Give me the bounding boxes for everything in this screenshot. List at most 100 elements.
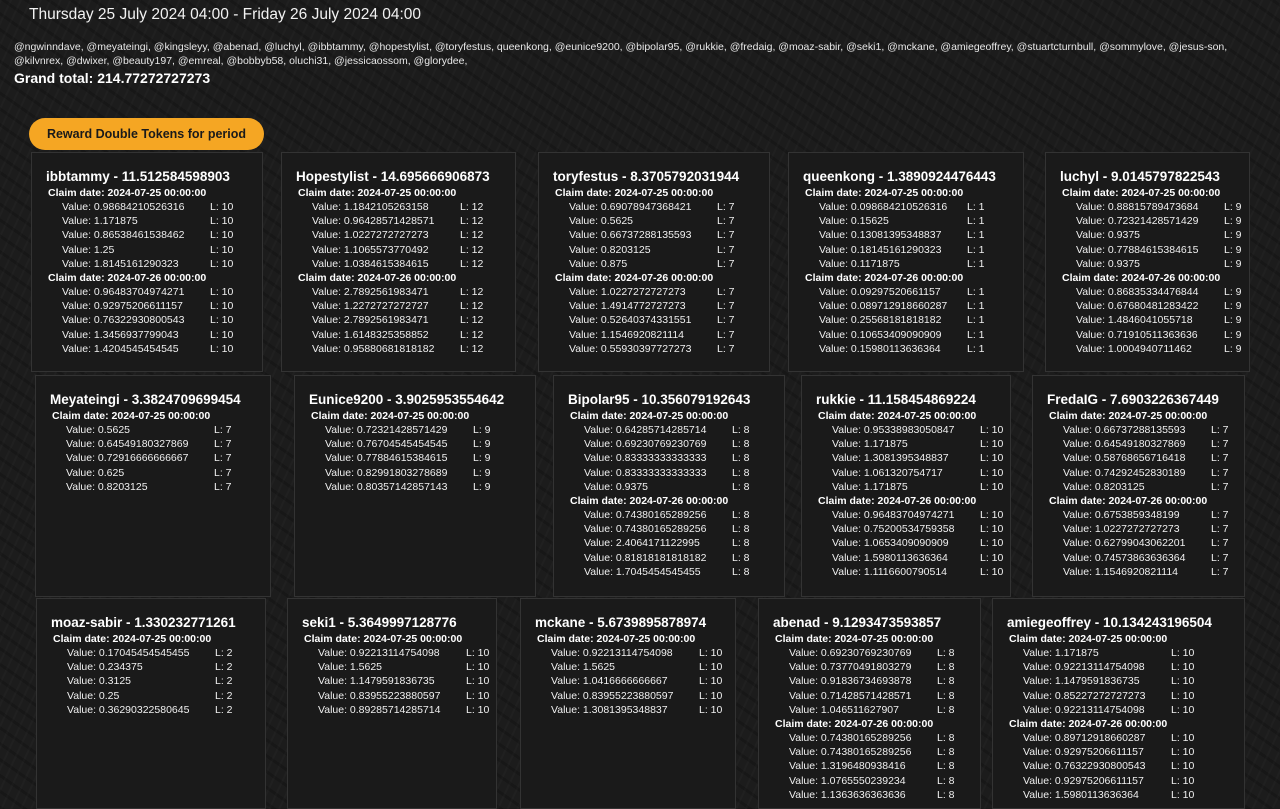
value-row: Value: 2.7892561983471 L: 12 — [296, 313, 515, 327]
value-text: Value: 0.69078947368421 — [569, 201, 692, 213]
user-card: FredaIG - 7.6903226367449 Claim date: 202… — [1032, 375, 1245, 597]
claim-date: Claim date: 2024-07-25 00:00:00 — [311, 410, 470, 422]
value-text: Value: 0.098684210526316 — [819, 201, 948, 213]
value-text: Value: 1.1065573770492 — [312, 243, 429, 256]
value-row: Value: 0.15625 L: 1 — [803, 214, 1023, 228]
value-text: Value: 0.86835334476844 — [1076, 286, 1199, 299]
value-row: Value: 1.3081395348837 L: 10 — [816, 451, 1010, 465]
value-text: Value: 0.64549180327869 — [66, 438, 189, 451]
card-title: rukkie - 11.158454869224 — [816, 392, 976, 407]
value-row: Value: 0.66737288135593 L: 7 — [1047, 423, 1244, 437]
level-text: L: 7 — [717, 229, 735, 242]
value-text: Value: 0.67680481283422 — [1076, 300, 1199, 313]
value-text: Value: 0.75200534759358 — [832, 523, 955, 536]
user-card: Eunice9200 - 3.9025953554642 Claim date: … — [294, 375, 536, 597]
value-text: Value: 0.81818181818182 — [584, 551, 707, 564]
card-title: moaz-sabir - 1.330232771261 — [51, 615, 236, 630]
value-row: Value: 1.046511627907 L: 8 — [773, 703, 980, 717]
value-row: Value: 1.3456937799043 L: 10 — [46, 328, 262, 342]
value-text: Value: 1.171875 — [832, 438, 908, 451]
value-row: Value: 0.95880681818182 L: 12 — [296, 342, 515, 356]
value-text: Value: 0.92213114754098 — [1023, 703, 1145, 716]
value-row: Value: 1.0384615384615 L: 12 — [296, 257, 515, 271]
level-text: L: 12 — [460, 201, 484, 213]
level-text: L: 10 — [1171, 703, 1195, 716]
card-title: toryfestus - 8.3705792031944 — [553, 169, 740, 184]
value-text: Value: 0.13081395348837 — [819, 229, 942, 242]
value-text: Value: 0.15625 — [819, 215, 889, 228]
level-text: L: 10 — [1171, 689, 1195, 702]
value-row: Value: 0.17045454545455 L: 2 — [51, 646, 265, 660]
level-text: L: 9 — [473, 466, 491, 479]
level-text: L: 10 — [980, 537, 1004, 550]
value-row: Value: 0.83955223880597 L: 10 — [535, 689, 735, 703]
value-text: Value: 0.8203125 — [1063, 480, 1145, 493]
level-text: L: 9 — [473, 424, 491, 436]
card-title: Hopestylist - 14.695666906873 — [296, 169, 490, 184]
value-text: Value: 1.2272727272727 — [312, 300, 429, 313]
value-row: Value: 0.5625 L: 7 — [50, 423, 270, 437]
level-text: L: 10 — [210, 328, 234, 341]
value-text: Value: 1.1546920821114 — [1063, 565, 1179, 578]
value-row: Value: 0.89285714285714 L: 10 — [302, 703, 496, 717]
value-text: Value: 2.7892561983471 — [312, 286, 429, 299]
value-row: Value: 0.74380165289256 L: 8 — [568, 508, 784, 522]
level-text: L: 7 — [717, 215, 735, 228]
level-text: L: 7 — [1211, 509, 1229, 522]
value-row: Value: 1.7045454545455 L: 8 — [568, 565, 784, 579]
level-text: L: 7 — [1211, 480, 1229, 493]
level-text: L: 10 — [210, 300, 234, 313]
value-row: Value: 0.74380165289256 L: 8 — [773, 745, 980, 759]
value-text: Value: 1.0227272727273 — [312, 229, 429, 242]
level-text: L: 10 — [980, 565, 1004, 578]
value-row: Value: 0.92213114754098 L: 10 — [1007, 660, 1244, 674]
value-row: Value: 0.25 L: 2 — [51, 689, 265, 703]
value-text: Value: 0.77884615384615 — [1076, 243, 1199, 256]
value-row: Value: 0.82991803278689 L: 9 — [309, 466, 535, 480]
level-text: L: 1 — [967, 314, 985, 327]
value-row: Value: 0.77884615384615 L: 9 — [309, 451, 535, 465]
level-text: L: 7 — [717, 286, 735, 299]
value-text: Value: 0.25 — [67, 689, 120, 702]
value-row: Value: 0.96483704974271 L: 10 — [816, 508, 1010, 522]
value-row: Value: 1.171875 L: 10 — [816, 437, 1010, 451]
value-row: Value: 1.1546920821114 L: 7 — [553, 328, 769, 342]
level-text: L: 8 — [937, 732, 955, 745]
value-text: Value: 0.83955223880597 — [318, 689, 441, 702]
value-row: Value: 0.86835334476844 L: 9 — [1060, 285, 1249, 299]
level-text: L: 8 — [937, 746, 955, 759]
value-text: Value: 1.0416666666667 — [551, 675, 668, 688]
card-title: queenkong - 1.3890924476443 — [803, 169, 996, 184]
level-text: L: 7 — [1211, 537, 1229, 550]
card-title: FredaIG - 7.6903226367449 — [1047, 392, 1219, 407]
level-text: L: 12 — [460, 286, 484, 299]
level-text: L: 12 — [460, 229, 484, 242]
value-text: Value: 0.83333333333333 — [584, 466, 707, 479]
claim-date: Claim date: 2024-07-25 00:00:00 — [775, 633, 934, 645]
claim-date: Claim date: 2024-07-25 00:00:00 — [304, 633, 463, 645]
value-row: Value: 1.1842105263158 L: 12 — [296, 200, 515, 214]
claim-date: Claim date: 2024-07-26 00:00:00 — [805, 272, 964, 285]
level-text: L: 10 — [210, 215, 234, 228]
value-text: Value: 0.74292452830189 — [1063, 466, 1186, 479]
level-text: L: 9 — [1224, 300, 1242, 313]
level-text: L: 7 — [717, 257, 735, 270]
card-title: luchyl - 9.0145797822543 — [1060, 169, 1220, 184]
level-text: L: 8 — [937, 647, 955, 659]
value-text: Value: 1.061320754717 — [832, 466, 943, 479]
value-text: Value: 0.36290322580645 — [67, 703, 190, 716]
level-text: L: 10 — [1171, 760, 1195, 773]
value-text: Value: 1.171875 — [62, 215, 138, 228]
value-text: Value: 1.0384615384615 — [312, 257, 429, 270]
level-text: L: 8 — [937, 661, 955, 674]
value-row: Value: 0.92975206611157 L: 10 — [1007, 774, 1244, 788]
reward-double-tokens-button[interactable]: Reward Double Tokens for period — [29, 118, 264, 150]
card-title: seki1 - 5.3649997128776 — [302, 615, 457, 630]
value-text: Value: 1.1479591836735 — [318, 675, 435, 688]
value-text: Value: 0.17045454545455 — [67, 647, 190, 659]
level-text: L: 12 — [460, 328, 484, 341]
value-text: Value: 0.52640374331551 — [569, 314, 692, 327]
level-text: L: 2 — [215, 689, 233, 702]
level-text: L: 10 — [699, 647, 723, 659]
value-row: Value: 0.64285714285714 L: 8 — [568, 423, 784, 437]
